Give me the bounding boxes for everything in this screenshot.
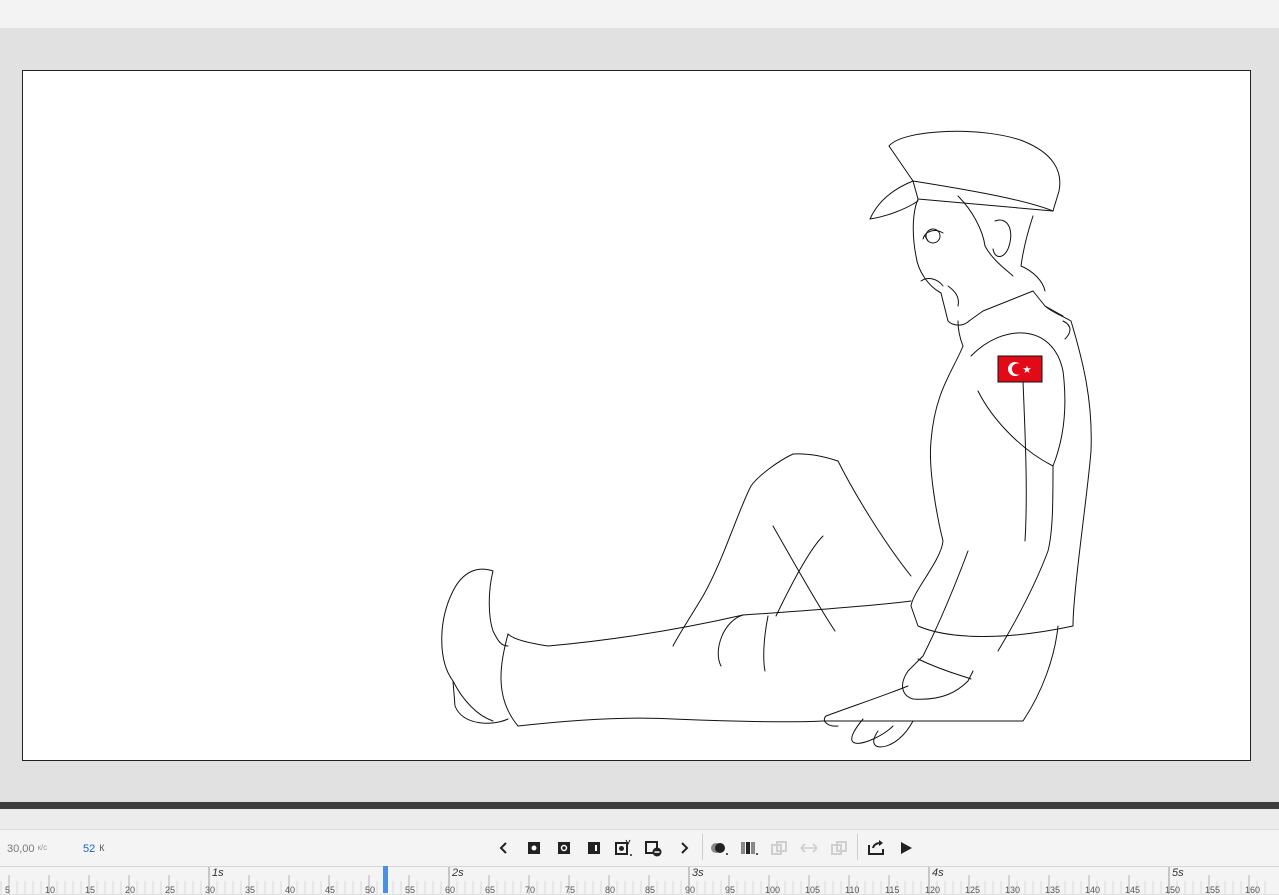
ruler-frame-number: 5 [5,885,11,895]
panel-header [0,809,1279,830]
ruler-frame-number: 120 [925,885,941,895]
ruler-second-label: 4s [932,867,944,879]
ruler-second-label: 1s [212,867,224,879]
play-button[interactable] [896,838,916,858]
ruler-frame-number: 100 [765,885,781,895]
prev-keyframe-icon [499,842,507,854]
ruler-frame-number: 65 [485,885,496,895]
sync-icon [831,841,847,855]
ruler-frame-number: 45 [325,885,336,895]
ruler-frame-number: 145 [1125,885,1141,895]
ruler-frame-number: 15 [85,885,96,895]
ruler-frame-number: 25 [165,885,176,895]
prev-keyframe-button[interactable] [494,838,514,858]
ruler-frame-number: 95 [725,885,736,895]
ruler-frame-number: 115 [885,885,900,895]
ruler-second-label: 5s [1172,867,1184,879]
fps-unit: к/с [37,843,48,852]
edit-multiple-frames-icon [771,841,787,855]
edit-multiple-frames-button[interactable] [769,838,789,858]
ruler-frame-number: 10 [45,885,56,895]
insert-frame-icon [588,842,600,854]
insert-keyframe-icon [528,842,540,854]
fps-readout[interactable]: 30,00 к/с [7,843,47,855]
insert-blank-keyframe-button[interactable] [554,838,574,858]
onion-skin-icon [711,843,728,855]
remove-keyframe-button[interactable] [644,838,664,858]
ruler-frame-number: 110 [845,885,860,895]
ruler-frame-number: 35 [245,885,256,895]
ruler-frame-number: 80 [605,885,616,895]
ruler-second-label: 2s [452,867,464,879]
toolbar-separator [857,834,858,860]
ruler-frame-number: 155 [1205,885,1221,895]
next-keyframe-button[interactable] [674,838,694,858]
fps-value: 30,00 [7,843,35,855]
soldier-drawing [441,130,1092,748]
ruler-frame-number: 140 [1085,885,1101,895]
tween-icon [615,839,632,856]
ruler-frame-number: 55 [405,885,416,895]
ruler-frame-number: 50 [365,885,376,895]
export-icon [868,840,884,855]
ruler-frame-number: 135 [1045,885,1061,895]
onion-skin-button[interactable] [709,838,729,858]
ruler-frame-number: 70 [525,885,536,895]
insert-keyframe-button[interactable] [524,838,544,858]
flag-patch [997,355,1043,383]
playhead[interactable] [383,866,388,893]
ruler-frame-number: 105 [805,885,821,895]
ruler-frame-number: 160 [1245,885,1261,895]
ruler-frame-number: 125 [965,885,981,895]
onion-skin-outlines-button[interactable] [739,838,759,858]
top-menu-strip [0,0,1279,28]
play-icon [901,842,912,854]
panel-divider[interactable] [0,802,1279,809]
ruler-frame-number: 75 [565,885,576,895]
ruler-frame-number: 150 [1165,885,1181,895]
ruler-frame-number: 40 [285,885,296,895]
next-keyframe-icon [681,842,689,854]
ruler-frame-number: 30 [205,885,216,895]
loop-icon [800,843,818,853]
stage-canvas[interactable] [22,70,1251,761]
ruler-second-label: 3s [692,867,704,879]
insert-blank-keyframe-icon [558,842,570,854]
tween-button[interactable] [614,838,634,858]
loop-button[interactable] [799,838,819,858]
export-button[interactable] [866,838,886,858]
ruler-frame-number: 60 [445,885,456,895]
insert-frame-button[interactable] [584,838,604,858]
current-frame-value: 52 [83,843,96,855]
remove-keyframe-icon [645,841,662,857]
sync-button[interactable] [829,838,849,858]
ruler-frame-number: 90 [685,885,696,895]
ruler-frame-number: 130 [1005,885,1021,895]
current-frame-readout[interactable]: 52 К [83,843,105,855]
toolbar-separator [702,834,703,860]
onion-skin-outlines-icon [741,842,758,855]
frame-unit: К [99,843,105,853]
ruler-frame-number: 85 [645,885,656,895]
ruler-frame-number: 20 [125,885,136,895]
